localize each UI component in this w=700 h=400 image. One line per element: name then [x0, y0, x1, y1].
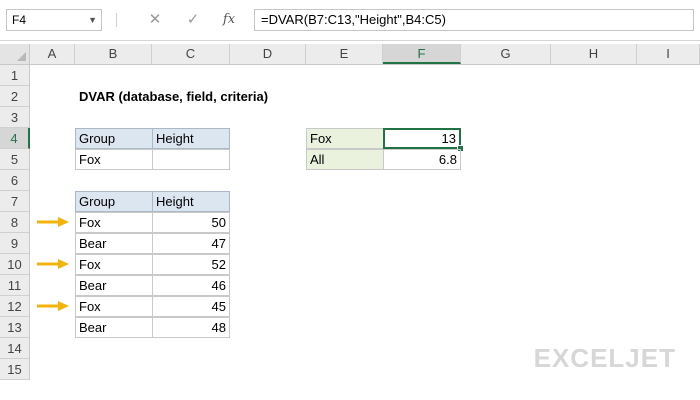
- column-header-i[interactable]: I: [637, 44, 700, 64]
- row-header-6[interactable]: 6: [0, 170, 30, 191]
- sheet-title[interactable]: DVAR (database, field, criteria): [76, 87, 271, 108]
- check-icon[interactable]: ✓: [184, 10, 202, 30]
- formula-text: =DVAR(B7:C13,"Height",B4:C5): [261, 12, 446, 27]
- column-header-g[interactable]: G: [461, 44, 551, 64]
- row-header-5[interactable]: 5: [0, 149, 30, 170]
- exceljet-logo: EXCELJET: [534, 343, 676, 374]
- column-headers: A B C D E F G H I: [0, 44, 700, 65]
- row-header-2[interactable]: 2: [0, 86, 30, 107]
- database-height-cell[interactable]: 52: [152, 254, 230, 275]
- column-header-b[interactable]: B: [75, 44, 152, 64]
- column-header-h[interactable]: H: [551, 44, 637, 64]
- arrow-right-icon: [37, 217, 69, 227]
- row-header-1[interactable]: 1: [0, 65, 30, 86]
- chevron-down-icon[interactable]: ▼: [88, 10, 97, 30]
- column-header-e[interactable]: E: [306, 44, 383, 64]
- criteria-header-height[interactable]: Height: [152, 128, 230, 149]
- database-group-cell[interactable]: Fox: [75, 296, 153, 317]
- database-group-cell[interactable]: Fox: [75, 212, 153, 233]
- row-header-3[interactable]: 3: [0, 107, 30, 128]
- result-label-all[interactable]: All: [306, 149, 384, 170]
- row-header-8[interactable]: 8: [0, 212, 30, 233]
- formula-bar-separator: [116, 13, 117, 27]
- database-height-cell[interactable]: 46: [152, 275, 230, 296]
- database-height-cell[interactable]: 48: [152, 317, 230, 338]
- function-icon[interactable]: fx: [220, 10, 238, 30]
- row-header-4[interactable]: 4: [0, 128, 30, 149]
- database-group-cell[interactable]: Bear: [75, 275, 153, 296]
- result-value-all[interactable]: 6.8: [383, 149, 461, 170]
- name-box-value: F4: [12, 13, 27, 27]
- arrow-right-icon: [37, 301, 69, 311]
- criteria-cell-height[interactable]: [152, 149, 230, 170]
- column-header-f[interactable]: F: [383, 44, 461, 64]
- row-header-9[interactable]: 9: [0, 233, 30, 254]
- column-header-a[interactable]: A: [30, 44, 75, 64]
- column-header-c[interactable]: C: [152, 44, 230, 64]
- database-group-cell[interactable]: Fox: [75, 254, 153, 275]
- row-header-15[interactable]: 15: [0, 359, 30, 380]
- arrow-right-icon: [37, 259, 69, 269]
- database-group-cell[interactable]: Bear: [75, 233, 153, 254]
- cancel-icon[interactable]: ✕: [146, 10, 164, 30]
- result-value-fox[interactable]: 13: [383, 128, 461, 149]
- row-header-11[interactable]: 11: [0, 275, 30, 296]
- database-height-cell[interactable]: 47: [152, 233, 230, 254]
- result-label-fox[interactable]: Fox: [306, 128, 384, 149]
- formula-input[interactable]: =DVAR(B7:C13,"Height",B4:C5): [254, 9, 694, 31]
- row-header-10[interactable]: 10: [0, 254, 30, 275]
- logo-text: EXCELJET: [533, 343, 676, 373]
- name-box[interactable]: F4 ▼: [6, 9, 102, 31]
- select-all-button[interactable]: [0, 44, 30, 64]
- database-height-cell[interactable]: 50: [152, 212, 230, 233]
- database-height-cell[interactable]: 45: [152, 296, 230, 317]
- formula-bar: F4 ▼ ✕ ✓ fx =DVAR(B7:C13,"Height",B4:C5): [0, 0, 700, 41]
- row-header-13[interactable]: 13: [0, 317, 30, 338]
- database-header-height[interactable]: Height: [152, 191, 230, 212]
- criteria-header-group[interactable]: Group: [75, 128, 153, 149]
- database-header-group[interactable]: Group: [75, 191, 153, 212]
- column-header-d[interactable]: D: [230, 44, 306, 64]
- criteria-cell-group[interactable]: Fox: [75, 149, 153, 170]
- row-header-12[interactable]: 12: [0, 296, 30, 317]
- database-group-cell[interactable]: Bear: [75, 317, 153, 338]
- row-header-7[interactable]: 7: [0, 191, 30, 212]
- row-header-14[interactable]: 14: [0, 338, 30, 359]
